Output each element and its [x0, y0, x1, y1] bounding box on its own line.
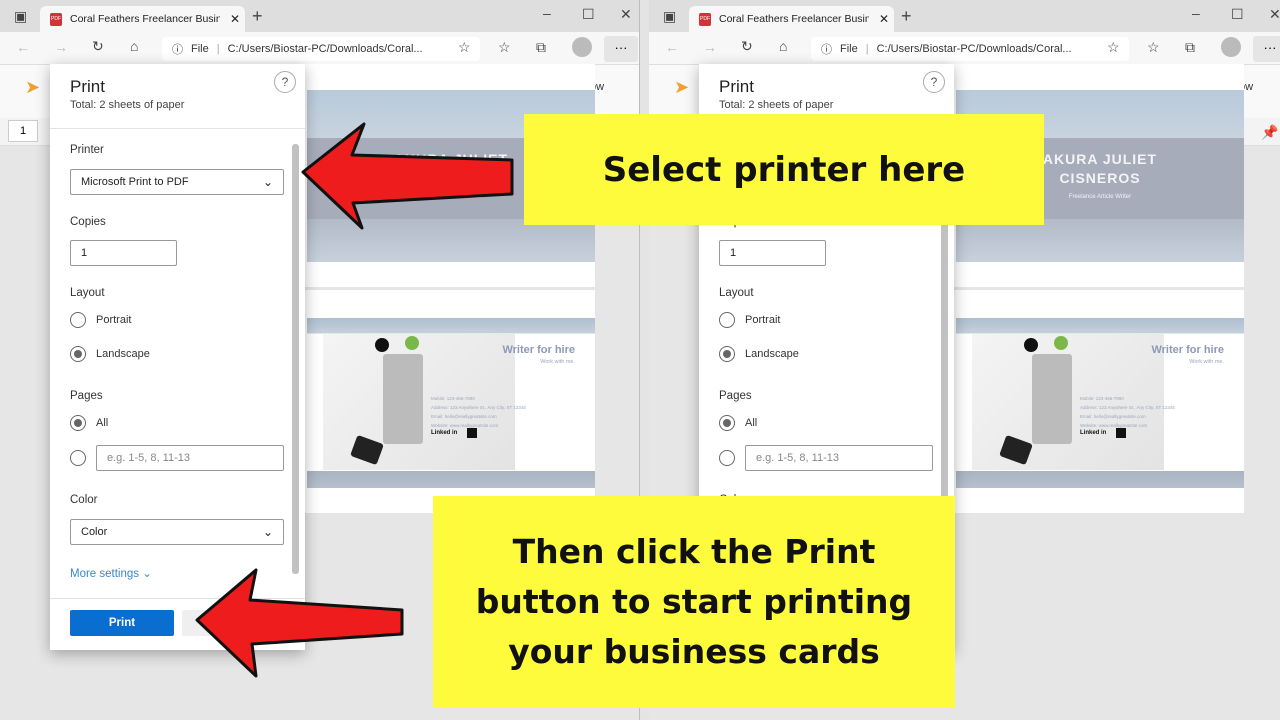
red-arrow-printer: [301, 122, 514, 230]
red-arrow-print-button: [195, 568, 404, 678]
arrows-layer: [195, 122, 514, 678]
